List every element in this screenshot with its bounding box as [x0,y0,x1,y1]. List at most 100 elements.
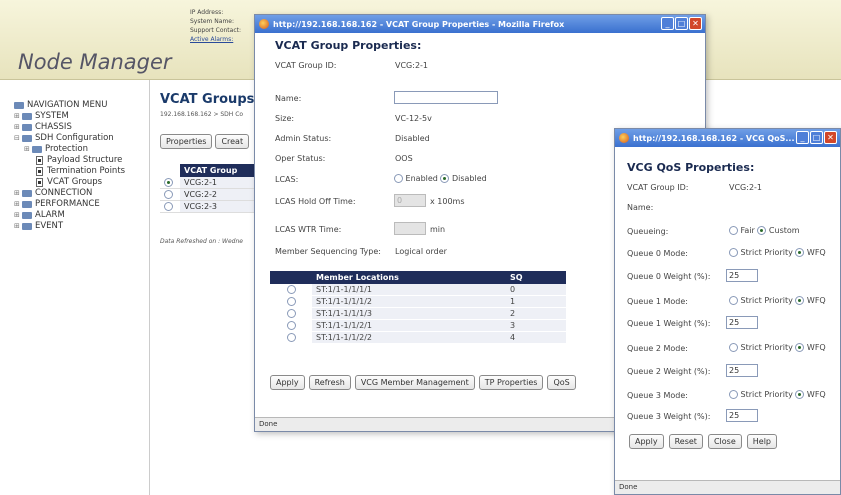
folder-icon [22,124,32,131]
wfq-label: WFQ [806,390,826,399]
queue-3-weight-label: Queue 3 Weight (%): [627,412,711,421]
nav-item-connection[interactable]: ⊞ CONNECTION [14,188,125,199]
header-ip-label: IP Address: [190,9,224,16]
lcas-enabled-label: Enabled [405,174,438,183]
table-row[interactable]: ST:1/1-1/1/1/2 1 [270,295,566,308]
table-cell: ST:1/1-1/1/1/2 [312,295,506,308]
strict-priority-radio[interactable] [729,248,738,257]
member-sequencing-value: Logical order [395,247,447,256]
strict-priority-radio[interactable] [729,296,738,305]
apply-button[interactable]: Apply [270,375,305,390]
table-row[interactable]: ST:1/1-1/1/2/1 3 [270,319,566,332]
nav-item-event[interactable]: ⊞ EVENT [14,221,125,232]
table-row[interactable]: ST:1/1-1/1/2/2 4 [270,331,566,344]
table-row[interactable]: ST:1/1-1/1/1/1 0 [270,284,566,296]
window-controls: _ □ ✕ [661,17,702,30]
queue-1-weight-input[interactable]: 25 [726,316,758,329]
expand-icon[interactable]: ⊞ [14,188,22,199]
lcas-hold-off-input[interactable]: 0 [394,194,426,207]
row-radio[interactable] [164,202,173,211]
maximize-icon[interactable]: □ [675,17,688,30]
help-button[interactable]: Help [746,434,777,449]
nav-item-payload-structure[interactable]: Payload Structure [14,155,125,166]
expand-icon[interactable]: ⊞ [24,144,32,155]
wfq-radio[interactable] [795,248,805,257]
maximize-icon[interactable]: □ [810,131,823,144]
close-button[interactable]: Close [707,434,742,449]
oper-status-label: Oper Status: [275,154,326,163]
nav-root[interactable]: NAVIGATION MENU [14,100,125,111]
wfq-radio[interactable] [795,390,805,399]
strict-priority-label: Strict Priority [740,390,793,399]
table-row[interactable]: VCG:2-3 [160,200,260,213]
close-icon[interactable]: ✕ [689,17,702,30]
vcat-button-bar: Apply Refresh VCG Member Management TP P… [270,375,576,390]
properties-button[interactable]: Properties [160,134,213,149]
table-cell: 2 [506,307,566,320]
row-radio[interactable] [286,309,296,318]
qos-button[interactable]: QoS [547,375,576,390]
nav-item-performance[interactable]: ⊞ PERFORMANCE [14,199,125,210]
wfq-radio[interactable] [795,343,805,352]
group-id-value: VCG:2-1 [729,183,763,192]
queueing-fair-radio[interactable] [729,226,738,235]
row-radio[interactable] [164,178,173,187]
refresh-button[interactable]: Refresh [308,375,351,390]
queueing-custom-radio[interactable] [757,226,767,235]
strict-priority-radio[interactable] [729,390,738,399]
dialog-heading: VCAT Group Properties: [275,39,422,52]
table-row[interactable]: VCG:2-2 [160,188,260,201]
nav-item-protection[interactable]: ⊞ Protection [14,144,125,155]
minimize-icon[interactable]: _ [661,17,674,30]
nav-item-system[interactable]: ⊞ SYSTEM [14,111,125,122]
expand-icon[interactable]: ⊞ [14,122,22,133]
close-icon[interactable]: ✕ [824,131,837,144]
nav-item-sdh-configuration[interactable]: ⊟ SDH Configuration [14,133,125,144]
row-radio[interactable] [286,285,296,294]
lcas-wtr-select[interactable] [394,222,426,235]
window-titlebar[interactable]: http://192.168.168.162 - VCAT Group Prop… [255,15,705,33]
table-cell: ST:1/1-1/1/2/1 [312,319,506,332]
nav-item-chassis[interactable]: ⊞ CHASSIS [14,122,125,133]
vcg-member-management-button[interactable]: VCG Member Management [354,375,475,390]
nav-item-vcat-groups[interactable]: VCAT Groups [14,177,125,188]
expand-icon[interactable]: ⊞ [14,210,22,221]
row-radio[interactable] [286,297,296,306]
expand-icon[interactable]: ⊞ [14,221,22,232]
expand-icon[interactable]: ⊞ [14,111,22,122]
queueing-label: Queueing: [627,227,669,236]
lcas-disabled-radio[interactable] [440,174,450,183]
page-title: VCAT Groups [160,92,255,107]
nav-item-termination-points[interactable]: Termination Points [14,166,125,177]
nav-item-alarm[interactable]: ⊞ ALARM [14,210,125,221]
apply-button[interactable]: Apply [629,434,664,449]
table-cell: 4 [506,331,566,344]
folder-icon [14,102,24,109]
vcat-groups-table: VCAT Group VCG:2-1 VCG:2-2 VCG:2-3 [160,164,260,213]
lcas-enabled-radio[interactable] [394,174,403,183]
row-radio[interactable] [164,190,173,199]
row-radio[interactable] [286,333,296,342]
queue-0-weight-input[interactable]: 25 [726,269,758,282]
minimize-icon[interactable]: _ [796,131,809,144]
header-alarms-link[interactable]: Active Alarms: [190,35,241,44]
collapse-icon[interactable]: ⊟ [14,133,22,144]
page-icon [36,167,43,176]
tp-properties-button[interactable]: TP Properties [478,375,544,390]
wfq-radio[interactable] [795,296,805,305]
table-row[interactable]: VCG:2-1 [160,177,260,189]
row-radio[interactable] [286,321,296,330]
create-button[interactable]: Creat [215,134,250,149]
queue-3-weight-input[interactable]: 25 [726,409,758,422]
table-cell: 0 [506,284,566,296]
table-header-sq: SQ [506,271,566,284]
queue-2-weight-input[interactable]: 25 [726,364,758,377]
reset-button[interactable]: Reset [668,434,703,449]
table-row[interactable]: ST:1/1-1/1/1/3 2 [270,307,566,320]
name-input[interactable] [394,91,498,104]
table-cell: ST:1/1-1/1/1/3 [312,307,506,320]
expand-icon[interactable]: ⊞ [14,199,22,210]
lcas-radio-group: Enabled Disabled [394,174,487,183]
strict-priority-radio[interactable] [729,343,738,352]
group-id-value: VCG:2-1 [395,61,429,70]
